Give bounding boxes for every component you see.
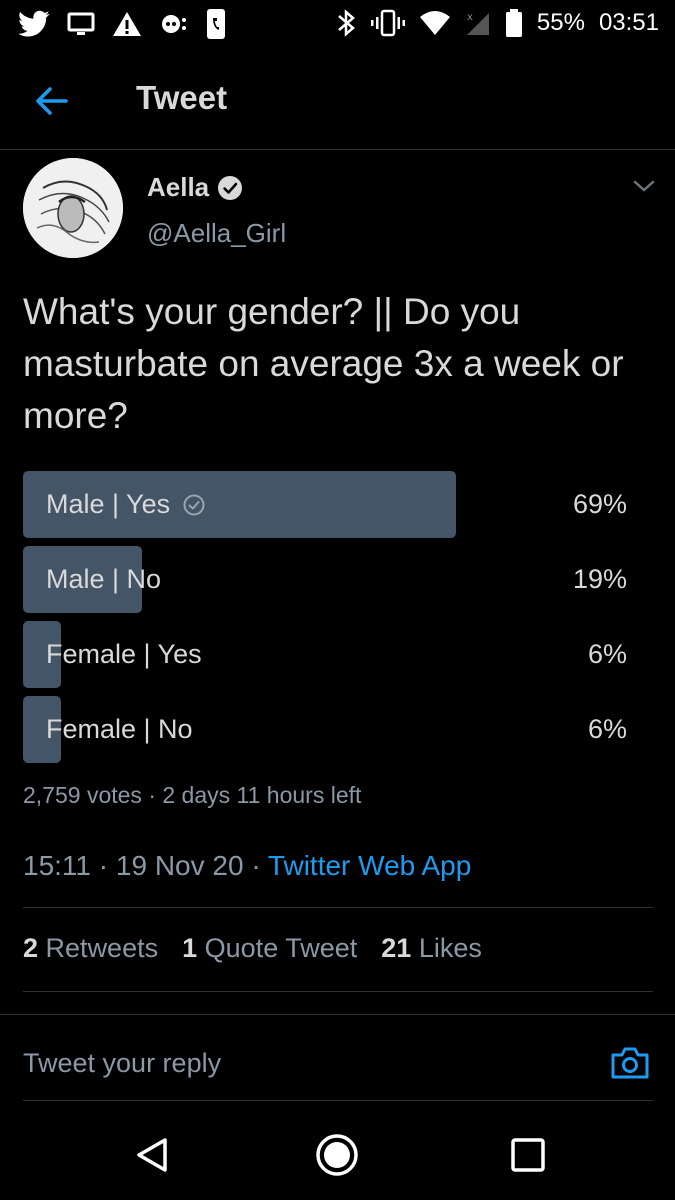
poll-option[interactable]: Male | No 19% xyxy=(23,546,633,613)
wifi-icon xyxy=(419,9,451,37)
poll-option-percent: 69% xyxy=(572,489,627,519)
nav-home-button[interactable] xyxy=(314,1132,360,1178)
poll-option[interactable]: Female | No 6% xyxy=(23,696,633,763)
tweet-timestamp: 15:11 · 19 Nov 20 · Twitter Web App xyxy=(23,850,472,881)
likes-stat[interactable]: 21 Likes xyxy=(381,933,482,964)
poll-option[interactable]: Female | Yes 6% xyxy=(23,621,633,688)
vibrate-icon xyxy=(370,8,405,38)
divider xyxy=(23,907,653,908)
author-name-text: Aella xyxy=(147,172,210,202)
status-right-icons: x 55% 03:51 xyxy=(335,8,659,38)
poll-option-label-text: Female | Yes xyxy=(46,639,202,669)
screen-icon xyxy=(66,10,96,38)
retweets-stat[interactable]: 2 Retweets xyxy=(23,933,158,964)
status-time: 03:51 xyxy=(598,9,659,36)
camera-icon xyxy=(610,1043,650,1083)
avatar-image xyxy=(23,158,123,258)
page-title: Tweet xyxy=(136,79,228,116)
poll-time-left: 2 days 11 hours left xyxy=(162,782,362,808)
signal-icon: x xyxy=(465,9,491,37)
tweet-time: 15:11 xyxy=(23,850,91,881)
poll-meta: 2,759 votes · 2 days 11 hours left xyxy=(23,782,361,809)
back-button[interactable] xyxy=(30,79,74,123)
tweet-date: 19 Nov 20 xyxy=(115,850,244,881)
poll-option-label: Male | No xyxy=(46,564,161,595)
voicemail-icon xyxy=(158,10,188,38)
android-nav-bar xyxy=(0,1110,675,1200)
poll-option-label: Male | Yes xyxy=(46,489,206,520)
svg-text:x: x xyxy=(467,12,473,23)
quotes-count: 1 xyxy=(182,933,198,963)
square-recents-icon xyxy=(505,1132,551,1178)
poll-option-percent: 6% xyxy=(587,639,627,669)
likes-count: 21 xyxy=(381,933,412,963)
tweet-source-link[interactable]: Twitter Web App xyxy=(268,850,471,881)
status-bar: x 55% 03:51 xyxy=(0,0,675,48)
poll-option-percent: 19% xyxy=(572,564,627,594)
bluetooth-icon xyxy=(335,8,357,38)
likes-label: Likes xyxy=(418,933,482,963)
poll: Male | Yes 69% Male | No 19% Female | Yes 6% F… xyxy=(23,471,633,771)
chevron-down-icon xyxy=(630,172,658,200)
quotes-stat[interactable]: 1 Quote Tweet xyxy=(182,933,357,964)
tweet-text: What's your gender? || Do you masturbate… xyxy=(23,291,624,436)
reply-input[interactable]: Tweet your reply xyxy=(23,1048,221,1079)
retweets-count: 2 xyxy=(23,933,39,963)
retweets-label: Retweets xyxy=(45,933,159,963)
author-handle[interactable]: @Aella_Girl xyxy=(147,218,286,249)
reply-underline xyxy=(23,1100,653,1101)
divider xyxy=(23,991,653,992)
twitter-icon xyxy=(18,10,50,38)
poll-option-label-text: Female | No xyxy=(46,714,193,744)
nav-back-button[interactable] xyxy=(129,1132,175,1178)
poll-separator: · xyxy=(148,782,156,808)
poll-option-label: Female | Yes xyxy=(46,639,202,670)
poll-option-percent: 6% xyxy=(587,714,627,744)
nav-recents-button[interactable] xyxy=(505,1132,551,1178)
top-app-bar: Tweet xyxy=(0,55,675,150)
phone-icon xyxy=(204,8,228,40)
more-options-button[interactable] xyxy=(630,172,658,200)
poll-option-label-text: Male | Yes xyxy=(46,489,171,519)
tweet-stats: 2 Retweets 1 Quote Tweet 21 Likes xyxy=(23,933,482,964)
warning-icon xyxy=(112,10,142,38)
reply-bar: Tweet your reply xyxy=(0,1014,675,1101)
check-circle-icon xyxy=(182,493,206,517)
verified-badge-icon xyxy=(217,175,243,201)
battery-percent: 55% xyxy=(536,9,585,36)
tweet-screen: x 55% 03:51 Tweet Aella @Aella_Girl What… xyxy=(0,0,675,1200)
poll-option-label-text: Male | No xyxy=(46,564,162,594)
triangle-back-icon xyxy=(129,1132,175,1178)
home-circle-icon xyxy=(314,1132,360,1178)
quotes-label: Quote Tweet xyxy=(204,933,358,963)
poll-votes: 2,759 votes xyxy=(23,782,142,808)
poll-option[interactable]: Male | Yes 69% xyxy=(23,471,633,538)
camera-button[interactable] xyxy=(610,1043,650,1083)
avatar[interactable] xyxy=(23,158,123,258)
author-name[interactable]: Aella xyxy=(147,172,243,203)
status-left-icons xyxy=(18,8,228,40)
battery-icon xyxy=(505,8,523,38)
poll-option-label: Female | No xyxy=(46,714,193,745)
arrow-left-icon xyxy=(30,79,74,123)
